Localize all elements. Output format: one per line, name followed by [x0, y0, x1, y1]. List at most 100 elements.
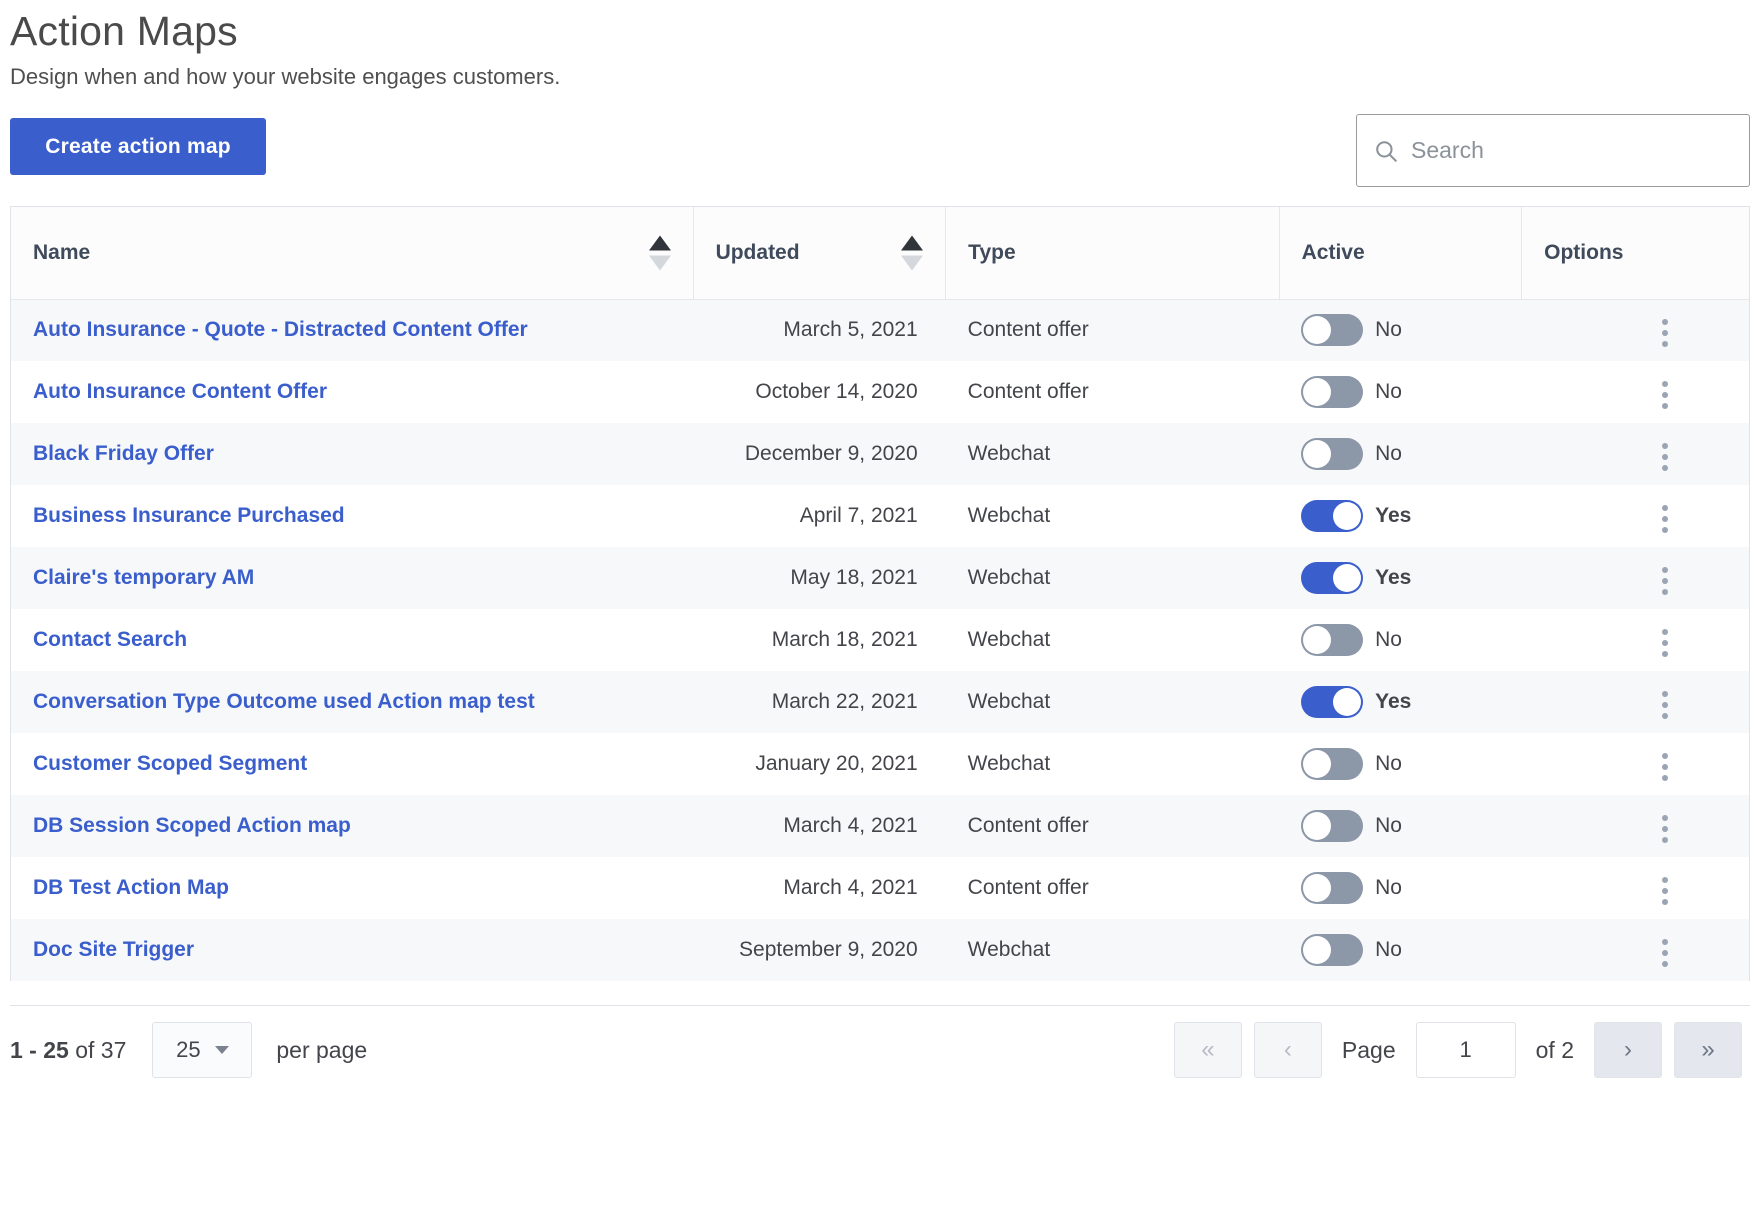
row-updated-cell: September 9, 2020 — [693, 919, 946, 981]
row-name-cell: DB Session Scoped Action map — [11, 795, 693, 857]
active-toggle[interactable] — [1301, 500, 1363, 532]
action-map-link[interactable]: Contact Search — [33, 628, 187, 651]
search-input[interactable] — [1409, 136, 1733, 165]
search-box[interactable] — [1356, 114, 1750, 187]
kebab-menu-icon[interactable] — [1652, 809, 1678, 849]
active-toggle[interactable] — [1301, 376, 1363, 408]
kebab-dot — [1662, 775, 1668, 781]
toggle-knob — [1333, 564, 1361, 592]
column-header-type: Type — [946, 207, 1279, 299]
toggle-knob — [1303, 750, 1331, 778]
active-state-label: Yes — [1375, 504, 1411, 528]
kebab-dot — [1662, 837, 1668, 843]
kebab-menu-icon[interactable] — [1652, 499, 1678, 539]
action-map-link[interactable]: Doc Site Trigger — [33, 938, 194, 961]
result-range-total: of 37 — [69, 1037, 127, 1063]
result-range-bold: 1 - 25 — [10, 1037, 69, 1063]
row-updated-cell: March 4, 2021 — [693, 795, 946, 857]
action-bar: Create action map — [10, 114, 1750, 200]
kebab-dot — [1662, 764, 1668, 770]
row-name-cell: Business Insurance Purchased — [11, 485, 693, 547]
action-map-link[interactable]: Customer Scoped Segment — [33, 752, 307, 775]
kebab-dot — [1662, 516, 1668, 522]
kebab-dot — [1662, 815, 1668, 821]
row-type-cell: Webchat — [946, 485, 1279, 547]
active-toggle[interactable] — [1301, 872, 1363, 904]
action-map-link[interactable]: DB Test Action Map — [33, 876, 229, 899]
active-toggle[interactable] — [1301, 810, 1363, 842]
row-updated-cell: March 4, 2021 — [693, 857, 946, 919]
action-map-link[interactable]: Business Insurance Purchased — [33, 504, 345, 527]
column-header-updated[interactable]: Updated — [693, 207, 946, 299]
active-toggle[interactable] — [1301, 438, 1363, 470]
page-label: Page — [1342, 1037, 1396, 1064]
active-state-label: No — [1375, 318, 1402, 342]
sort-descending-icon — [649, 255, 671, 270]
kebab-dot — [1662, 330, 1668, 336]
row-type-cell: Content offer — [946, 361, 1279, 423]
row-options-cell — [1522, 795, 1749, 857]
kebab-menu-icon[interactable] — [1652, 747, 1678, 787]
row-updated-cell: March 18, 2021 — [693, 609, 946, 671]
next-page-button[interactable]: › — [1594, 1022, 1662, 1078]
action-map-link[interactable]: Auto Insurance - Quote - Distracted Cont… — [33, 318, 528, 341]
table-row: Auto Insurance - Quote - Distracted Cont… — [11, 299, 1749, 361]
table-row: Conversation Type Outcome used Action ma… — [11, 671, 1749, 733]
active-toggle[interactable] — [1301, 624, 1363, 656]
row-name-cell: Black Friday Offer — [11, 423, 693, 485]
kebab-menu-icon[interactable] — [1652, 685, 1678, 725]
kebab-dot — [1662, 392, 1668, 398]
kebab-menu-icon[interactable] — [1652, 313, 1678, 353]
sort-toggle-updated[interactable] — [901, 235, 923, 270]
row-name-cell: Contact Search — [11, 609, 693, 671]
kebab-menu-icon[interactable] — [1652, 375, 1678, 415]
previous-page-button[interactable]: ‹ — [1254, 1022, 1322, 1078]
kebab-dot — [1662, 341, 1668, 347]
table-row: Black Friday OfferDecember 9, 2020Webcha… — [11, 423, 1749, 485]
total-pages-label: of 2 — [1536, 1037, 1574, 1064]
kebab-dot — [1662, 961, 1668, 967]
action-map-link[interactable]: Conversation Type Outcome used Action ma… — [33, 690, 535, 713]
column-header-active: Active — [1279, 207, 1522, 299]
kebab-dot — [1662, 877, 1668, 883]
action-map-link[interactable]: Black Friday Offer — [33, 442, 214, 465]
row-active-cell: No — [1279, 919, 1522, 981]
active-state-label: No — [1375, 814, 1402, 838]
per-page-label: per page — [276, 1037, 367, 1064]
kebab-menu-icon[interactable] — [1652, 561, 1678, 601]
row-active-cell: No — [1279, 609, 1522, 671]
per-page-select[interactable]: 25 — [152, 1022, 252, 1078]
chevron-down-icon — [215, 1046, 229, 1054]
row-active-cell: No — [1279, 795, 1522, 857]
kebab-dot — [1662, 578, 1668, 584]
active-state-label: No — [1375, 752, 1402, 776]
row-options-cell — [1522, 485, 1749, 547]
kebab-menu-icon[interactable] — [1652, 437, 1678, 477]
action-map-link[interactable]: DB Session Scoped Action map — [33, 814, 351, 837]
row-type-cell: Content offer — [946, 795, 1279, 857]
column-header-options-label: Options — [1544, 241, 1623, 264]
first-page-button[interactable]: « — [1174, 1022, 1242, 1078]
kebab-dot — [1662, 465, 1668, 471]
kebab-menu-icon[interactable] — [1652, 623, 1678, 663]
last-page-button[interactable]: » — [1674, 1022, 1742, 1078]
active-toggle[interactable] — [1301, 562, 1363, 594]
active-toggle[interactable] — [1301, 748, 1363, 780]
kebab-menu-icon[interactable] — [1652, 933, 1678, 973]
action-map-link[interactable]: Auto Insurance Content Offer — [33, 380, 327, 403]
active-toggle[interactable] — [1301, 314, 1363, 346]
kebab-dot — [1662, 640, 1668, 646]
row-options-cell — [1522, 299, 1749, 361]
row-options-cell — [1522, 671, 1749, 733]
create-action-map-button[interactable]: Create action map — [10, 118, 266, 175]
active-state-label: Yes — [1375, 566, 1411, 590]
sort-toggle-name[interactable] — [649, 235, 671, 270]
active-toggle[interactable] — [1301, 934, 1363, 966]
column-header-name[interactable]: Name — [11, 207, 693, 299]
row-active-cell: No — [1279, 733, 1522, 795]
table-row: Auto Insurance Content OfferOctober 14, … — [11, 361, 1749, 423]
kebab-menu-icon[interactable] — [1652, 871, 1678, 911]
page-number-input[interactable] — [1416, 1022, 1516, 1078]
action-map-link[interactable]: Claire's temporary AM — [33, 566, 254, 589]
active-toggle[interactable] — [1301, 686, 1363, 718]
